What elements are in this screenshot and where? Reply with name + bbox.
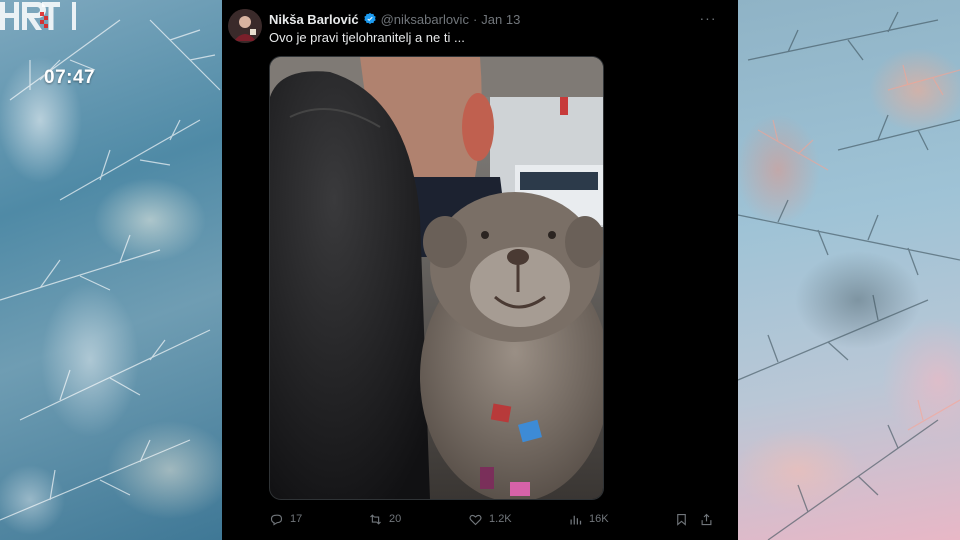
background-frost-right [738,0,960,540]
view-count: 16K [589,513,609,525]
bookmark-button[interactable] [674,512,699,527]
reply-count: 17 [290,513,303,525]
share-button[interactable] [699,512,719,527]
background-frost-left: 07:47 [0,0,222,540]
hrt-logo [0,2,76,30]
tweet-text: Ovo je pravi tjelohranitelj a ne ti ... [269,30,465,45]
like-count: 1.2K [489,513,512,525]
reply-icon [270,514,283,525]
author-handle[interactable]: @niksabarlovic [381,12,469,27]
broadcast-clock: 07:47 [44,67,96,88]
like-button[interactable]: 1.2K [468,512,568,527]
reply-button[interactable]: 17 [269,512,368,527]
author-avatar[interactable] [228,9,262,43]
verified-badge-icon [363,12,376,25]
photo-teddy-bear-in-car [270,57,603,499]
separator-dot: · [472,11,478,27]
repost-icon [370,513,381,525]
analytics-icon [570,515,582,524]
tweet-date[interactable]: Jan 13 [481,12,520,27]
share-icon [701,513,712,525]
more-options-icon[interactable]: ··· [698,10,718,26]
frost-crystals-left [0,19,221,521]
repost-button[interactable]: 20 [368,512,468,527]
tweet-photo[interactable] [269,56,604,500]
frost-crystals-right [738,11,960,540]
author-name[interactable]: Nikša Barlović [269,12,359,27]
bookmark-icon [677,513,686,526]
author-row: Nikša Barlović @niksabarlovic · Jan 13 [269,10,520,28]
tweet-card: Nikša Barlović @niksabarlovic · Jan 13 ·… [222,0,738,540]
views-button[interactable]: 16K [568,512,674,527]
heart-icon [469,514,482,525]
repost-count: 20 [389,513,402,525]
tweet-actions: 17 20 1.2K 16K [269,508,719,530]
